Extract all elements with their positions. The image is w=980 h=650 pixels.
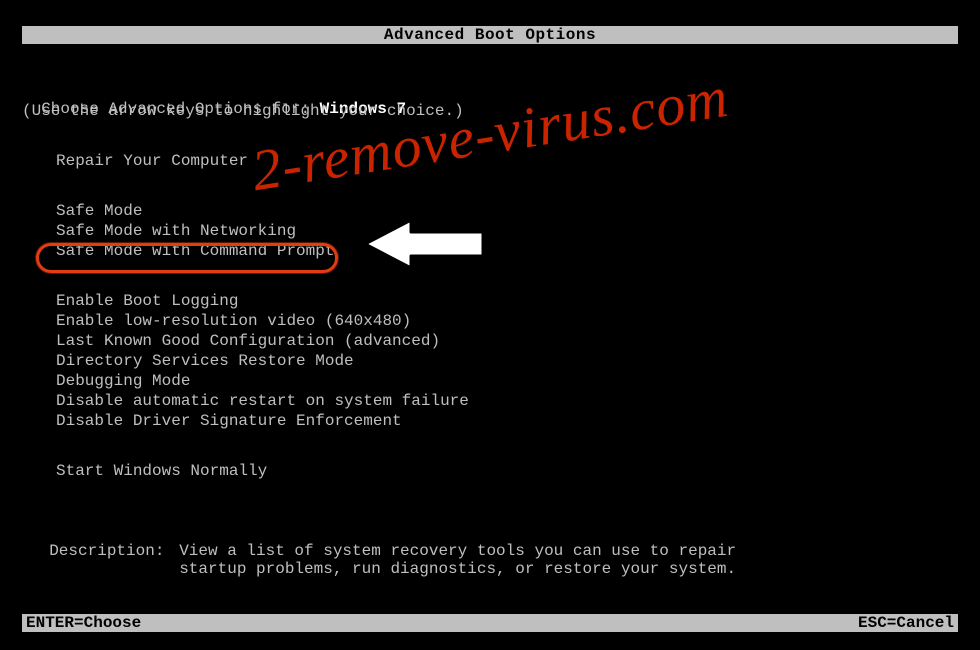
description-block: Description:View a list of system recove… xyxy=(30,524,736,578)
boot-option[interactable]: Last Known Good Configuration (advanced) xyxy=(50,331,446,351)
boot-options-list: Repair Your ComputerSafe ModeSafe Mode w… xyxy=(50,151,475,481)
boot-option[interactable]: Repair Your Computer xyxy=(50,151,254,171)
title-bar: Advanced Boot Options xyxy=(22,26,958,44)
boot-option[interactable]: Safe Mode xyxy=(50,201,148,221)
footer-esc-hint: ESC=Cancel xyxy=(858,614,954,632)
footer-enter-hint: ENTER=Choose xyxy=(26,614,141,632)
boot-option[interactable]: Enable Boot Logging xyxy=(50,291,244,311)
boot-option[interactable]: Debugging Mode xyxy=(50,371,196,391)
title-text: Advanced Boot Options xyxy=(384,26,596,44)
boot-option[interactable]: Directory Services Restore Mode xyxy=(50,351,360,371)
option-group-gap xyxy=(50,171,475,201)
boot-option[interactable]: Safe Mode with Command Prompt xyxy=(50,241,340,261)
footer-bar: ENTER=Choose ESC=Cancel xyxy=(22,614,958,632)
boot-option[interactable]: Disable automatic restart on system fail… xyxy=(50,391,475,411)
option-group-gap xyxy=(50,431,475,461)
boot-option[interactable]: Enable low-resolution video (640x480) xyxy=(50,311,417,331)
arrow-key-hint: (Use the arrow keys to highlight your ch… xyxy=(22,102,464,120)
boot-option[interactable]: Disable Driver Signature Enforcement xyxy=(50,411,408,431)
description-text: View a list of system recovery tools you… xyxy=(179,542,736,578)
boot-option[interactable]: Start Windows Normally xyxy=(50,461,273,481)
option-group-gap xyxy=(50,261,475,291)
boot-option[interactable]: Safe Mode with Networking xyxy=(50,221,302,241)
description-label: Description: xyxy=(49,542,179,560)
